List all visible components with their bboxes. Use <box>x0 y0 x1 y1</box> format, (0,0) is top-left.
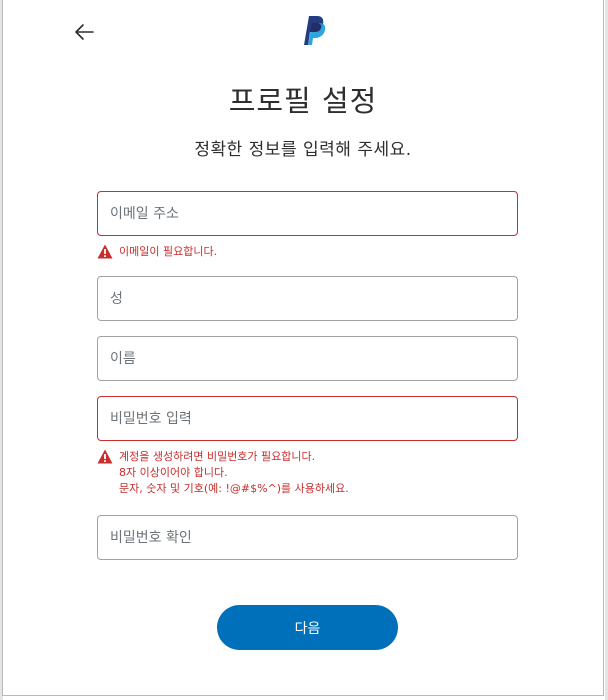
email-field[interactable] <box>97 191 518 236</box>
password-error: 계정을 생성하려면 비밀번호가 필요합니다. 8자 이상이어야 합니다. 문자,… <box>97 449 349 497</box>
password-error-line: 계정을 생성하려면 비밀번호가 필요합니다. <box>119 450 316 463</box>
password-error-line: 문자, 숫자 및 기호(예: !@#$%^)를 사용하세요. <box>119 482 349 495</box>
last-name-field[interactable] <box>97 276 518 321</box>
confirm-password-field[interactable] <box>97 515 518 560</box>
password-field[interactable] <box>97 396 518 441</box>
page-subtitle: 정확한 정보를 입력해 주세요. <box>194 140 412 160</box>
password-error-line: 8자 이상이어야 합니다. <box>119 466 228 479</box>
back-button[interactable] <box>73 20 97 44</box>
signup-dialog: 프로필 설정 정확한 정보를 입력해 주세요. 이메일이 필요합니다. 계정을 <box>2 0 604 696</box>
warning-icon <box>97 244 113 259</box>
first-name-field[interactable] <box>97 336 518 381</box>
warning-icon <box>97 449 113 464</box>
email-error: 이메일이 필요합니다. <box>97 244 217 260</box>
email-error-text: 이메일이 필요합니다. <box>119 245 218 258</box>
next-button[interactable]: 다음 <box>217 605 398 650</box>
email-input[interactable] <box>98 192 517 235</box>
password-input[interactable] <box>98 397 517 440</box>
first-name-input[interactable] <box>98 337 517 380</box>
last-name-input[interactable] <box>98 277 517 320</box>
arrow-left-icon <box>75 24 94 40</box>
confirm-password-input[interactable] <box>98 516 517 559</box>
paypal-logo-icon <box>300 14 326 46</box>
page-title: 프로필 설정 <box>228 84 378 118</box>
